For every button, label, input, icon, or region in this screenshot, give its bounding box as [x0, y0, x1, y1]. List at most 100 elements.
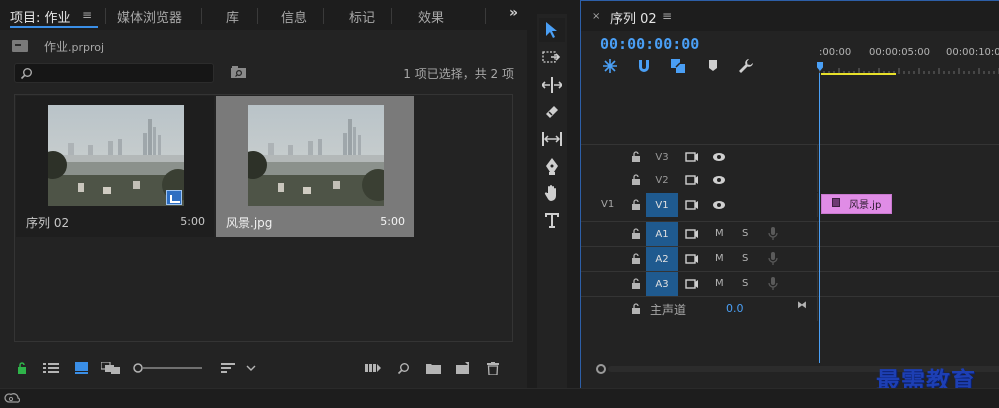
selection-tool[interactable] — [539, 18, 565, 42]
zoom-slider[interactable] — [132, 362, 204, 374]
sync-lock-icon[interactable] — [685, 174, 699, 186]
playhead-timecode[interactable]: 00:00:00:00 — [600, 35, 699, 53]
linked-selection-toggle[interactable] — [670, 58, 686, 74]
track-lock-icon[interactable] — [631, 303, 641, 314]
timeline-clip[interactable]: 风景.jp — [821, 194, 892, 214]
item-name[interactable]: 序列 02 — [26, 214, 69, 231]
project-bottom-toolbar — [0, 356, 527, 380]
track-header-a1[interactable]: A1 M S — [581, 221, 999, 246]
track-target-a2[interactable]: A2 — [646, 247, 678, 271]
pen-tool[interactable] — [539, 154, 565, 178]
track-header-a2[interactable]: A2 M S — [581, 246, 999, 271]
track-lock-icon[interactable] — [631, 199, 641, 210]
panel-menu-icon[interactable]: ≡ — [82, 8, 92, 22]
list-view-icon[interactable] — [43, 362, 59, 374]
tab-info[interactable]: 信息 — [281, 7, 307, 26]
ripple-edit-tool[interactable] — [539, 73, 565, 97]
sync-lock-icon[interactable] — [685, 278, 699, 290]
freeform-view-icon[interactable] — [101, 362, 121, 374]
mute-button[interactable]: M — [715, 278, 724, 289]
project-tabbar: 项目: 作业 ≡ 媒体浏览器 库 信息 标记 效果 » — [0, 0, 527, 30]
scroll-handle[interactable] — [596, 364, 606, 374]
tab-divider — [323, 8, 324, 24]
timeline-settings-button[interactable] — [738, 58, 754, 74]
tab-overflow-icon[interactable]: » — [509, 5, 518, 21]
razor-tool[interactable] — [539, 100, 565, 124]
track-header-v2[interactable]: V2 — [581, 168, 999, 192]
item-name[interactable]: 风景.jpg — [226, 214, 272, 231]
voiceover-mic-icon[interactable] — [768, 252, 778, 266]
search-field[interactable] — [14, 63, 214, 83]
tab-sequence[interactable]: 序列 02 — [610, 8, 657, 27]
add-marker-button[interactable] — [705, 58, 721, 74]
nest-toggle[interactable] — [602, 58, 618, 74]
track-lock-icon[interactable] — [631, 228, 641, 239]
sort-icon[interactable] — [221, 362, 235, 374]
close-icon[interactable]: × — [592, 11, 600, 22]
solo-button[interactable]: S — [742, 228, 748, 239]
panel-menu-icon[interactable]: ≡ — [662, 9, 672, 23]
type-tool[interactable] — [539, 208, 565, 232]
creative-cloud-icon[interactable] — [4, 392, 20, 404]
go-to-end-icon[interactable]: ⧓ — [797, 300, 807, 311]
track-target-a3[interactable]: A3 — [646, 272, 678, 296]
sync-lock-icon[interactable] — [685, 253, 699, 265]
toggle-output-eye-icon[interactable] — [712, 200, 726, 210]
new-bin-icon[interactable] — [426, 362, 441, 374]
item-duration: 5:00 — [180, 215, 205, 228]
project-item-still-selected[interactable]: 风景.jpg 5:00 — [216, 96, 414, 237]
track-header-a3[interactable]: A3 M S — [581, 271, 999, 296]
automate-to-sequence-icon[interactable] — [365, 362, 381, 374]
track-header-v1[interactable]: V1 V1 — [581, 193, 999, 217]
track-divider — [817, 297, 818, 321]
track-header-master[interactable] — [581, 296, 999, 321]
tab-libraries[interactable]: 库 — [226, 7, 239, 26]
snap-toggle[interactable] — [636, 58, 652, 74]
icon-view-icon[interactable] — [75, 362, 88, 374]
tab-media-browser[interactable]: 媒体浏览器 — [117, 7, 182, 26]
track-lock-icon[interactable] — [631, 174, 641, 185]
track-lock-icon[interactable] — [631, 151, 641, 162]
find-icon[interactable] — [231, 66, 246, 78]
track-lock-icon[interactable] — [631, 278, 641, 289]
lock-icon[interactable] — [16, 362, 28, 374]
search-input[interactable] — [37, 65, 209, 81]
tab-markers[interactable]: 标记 — [349, 7, 375, 26]
slip-tool[interactable] — [539, 127, 565, 151]
voiceover-mic-icon[interactable] — [768, 277, 778, 291]
toggle-output-eye-icon[interactable] — [712, 152, 726, 162]
ruler-label: 00:00:10:00 — [946, 47, 999, 58]
work-area-bar[interactable] — [821, 73, 896, 75]
sync-lock-icon[interactable] — [685, 228, 699, 240]
solo-button[interactable]: S — [742, 278, 748, 289]
tab-project[interactable]: 项目: 作业 — [10, 7, 71, 26]
track-target-a1[interactable]: A1 — [646, 222, 678, 246]
track-target-v2[interactable]: V2 — [646, 168, 678, 192]
sync-lock-icon[interactable] — [685, 199, 699, 211]
hand-tool[interactable] — [539, 181, 565, 205]
track-divider — [817, 168, 818, 192]
active-tab-indicator — [10, 26, 98, 28]
mute-button[interactable]: M — [715, 228, 724, 239]
track-target-v3[interactable]: V3 — [646, 145, 678, 169]
item-duration: 5:00 — [380, 215, 405, 228]
new-item-icon[interactable] — [456, 362, 469, 374]
project-item-sequence[interactable]: 序列 02 5:00 — [16, 96, 214, 237]
tab-effects[interactable]: 效果 — [418, 7, 444, 26]
mute-button[interactable]: M — [715, 253, 724, 264]
chevron-down-icon[interactable] — [246, 362, 256, 374]
track-target-v1[interactable]: V1 — [646, 193, 678, 217]
folder-up-icon[interactable] — [12, 40, 28, 52]
master-volume-value[interactable]: 0.0 — [726, 302, 744, 315]
track-lock-icon[interactable] — [631, 253, 641, 264]
time-ruler[interactable]: :00:00 00:00:05:00 00:00:10:00 — [819, 47, 999, 61]
find-icon[interactable] — [397, 362, 410, 375]
trash-icon[interactable] — [487, 362, 499, 375]
voiceover-mic-icon[interactable] — [768, 227, 778, 241]
track-header-v3[interactable]: V3 — [581, 144, 999, 169]
sync-lock-icon[interactable] — [685, 151, 699, 163]
source-patch-v1[interactable]: V1 — [601, 199, 614, 210]
track-select-forward-tool[interactable] — [539, 46, 565, 70]
solo-button[interactable]: S — [742, 253, 748, 264]
toggle-output-eye-icon[interactable] — [712, 175, 726, 185]
